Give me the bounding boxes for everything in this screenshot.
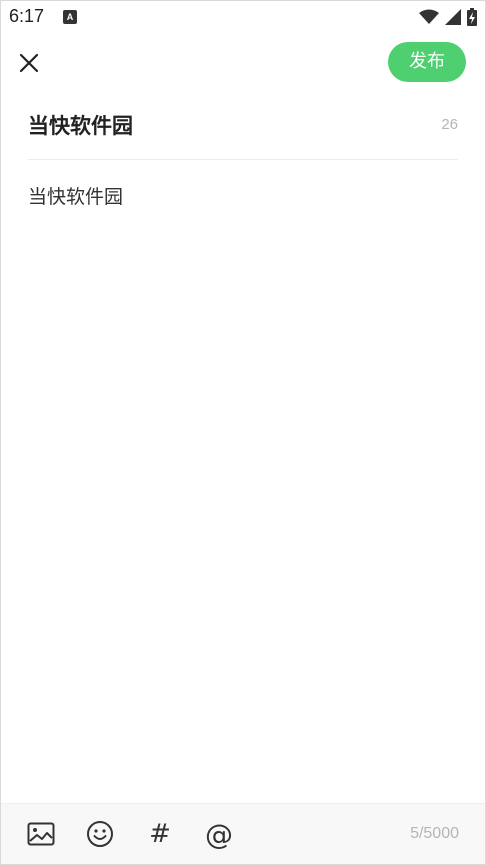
close-button[interactable] (13, 47, 45, 79)
system-icons (419, 7, 477, 27)
mention-icon: @ (205, 817, 233, 851)
status-bar: 6:17 A (1, 1, 485, 33)
image-icon (27, 822, 55, 846)
char-count: 5/5000 (410, 825, 459, 842)
notification-icon: A (63, 10, 77, 24)
insert-image-button[interactable] (25, 818, 57, 850)
title-input[interactable]: 当快软件园 (28, 110, 133, 140)
signal-icon (445, 9, 461, 25)
body-textarea[interactable]: 当快软件园 (28, 182, 458, 209)
insert-emoji-button[interactable] (84, 818, 116, 850)
mention-button[interactable]: @ (203, 817, 235, 851)
bottom-toolbar: # @ 5/5000 (1, 803, 485, 864)
close-icon (19, 53, 39, 73)
top-bar: 发布 (1, 33, 485, 91)
emoji-icon (87, 821, 113, 847)
wifi-icon (419, 9, 439, 24)
hashtag-button[interactable]: # (144, 818, 176, 850)
status-time: 6:17 (9, 6, 45, 26)
publish-button[interactable]: 发布 (388, 42, 466, 82)
title-input-row[interactable]: 当快软件园 26 (28, 101, 458, 160)
battery-charging-icon (467, 8, 477, 26)
hashtag-icon: # (149, 819, 171, 849)
title-remaining-count: 26 (441, 116, 458, 133)
